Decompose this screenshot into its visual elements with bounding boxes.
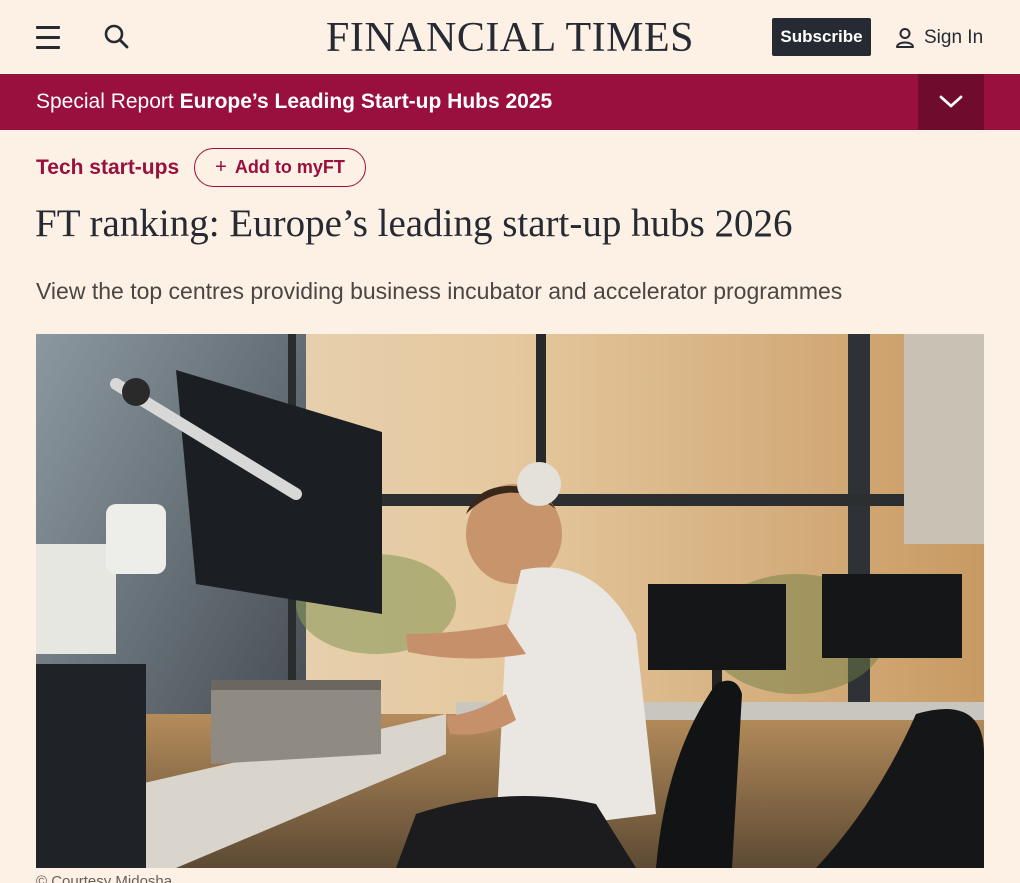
site-header: FINANCIAL TIMES Subscribe Sign In — [0, 0, 1020, 74]
special-report-label: Special Report — [36, 90, 174, 113]
hero-image — [36, 334, 984, 868]
user-icon — [896, 28, 914, 48]
sign-in-link[interactable]: Sign In — [895, 24, 983, 52]
article-standfirst: View the top centres providing business … — [36, 278, 843, 304]
chevron-down-icon — [939, 95, 963, 108]
article-headline: FT ranking: Europe’s leading start-up hu… — [35, 202, 793, 245]
special-report-heading[interactable]: Special Report Europe’s Leading Start-up… — [36, 90, 552, 114]
plus-icon: + — [215, 156, 227, 178]
subscribe-button[interactable]: Subscribe — [772, 18, 871, 56]
add-to-myft-label: Add to myFT — [234, 157, 345, 177]
special-report-bar: Special Report Europe’s Leading Start-up… — [0, 74, 1020, 130]
special-report-title: Europe’s Leading Start-up Hubs 2025 — [179, 90, 553, 113]
sign-in-label: Sign In — [924, 27, 984, 48]
page: FINANCIAL TIMES Subscribe Sign In Specia… — [0, 0, 1020, 883]
image-caption: © Courtesy Midosha — [36, 873, 173, 883]
add-to-myft-button[interactable]: + Add to myFT — [194, 148, 366, 187]
special-report-toggle[interactable] — [918, 74, 984, 130]
lab-photo-illustration — [36, 334, 984, 868]
topic-link[interactable]: Tech start-ups — [36, 156, 179, 180]
